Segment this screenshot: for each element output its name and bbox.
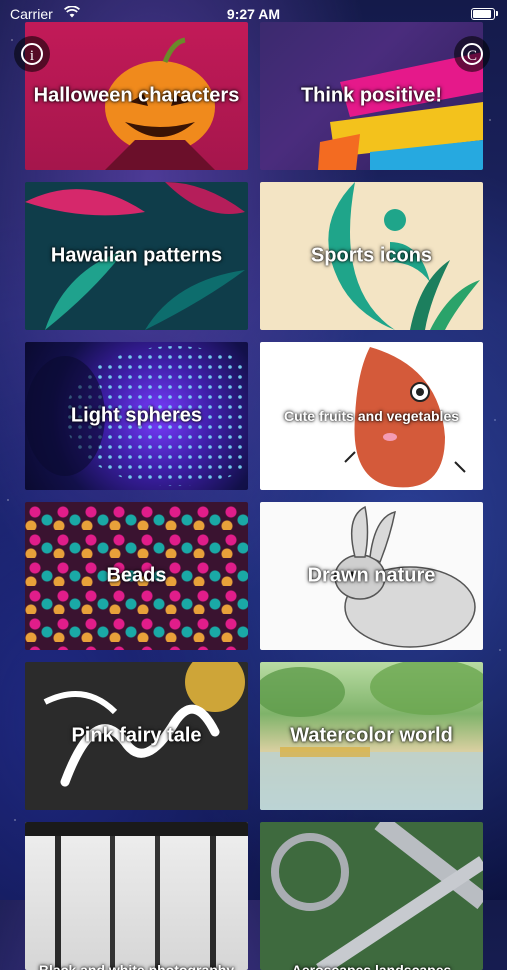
collection-card-cute-fruits[interactable]: Cute fruits and vegetables xyxy=(260,342,483,490)
collection-title: Aeroscapes landscapes xyxy=(291,962,452,970)
copyright-button[interactable]: C xyxy=(454,36,490,72)
collection-title: Black and white photography xyxy=(38,962,235,970)
collection-card-hawaiian-patterns[interactable]: Hawaiian patterns xyxy=(25,182,248,330)
pier-photo-illustration xyxy=(25,822,248,970)
collection-card-light-spheres[interactable]: Light spheres xyxy=(25,342,248,490)
collection-card-watercolor-world[interactable]: Watercolor world xyxy=(260,662,483,810)
collection-title: Pink fairy tale xyxy=(71,724,202,747)
battery-icon xyxy=(471,8,498,20)
collection-card-think-positive[interactable]: Think positive! xyxy=(260,22,483,170)
collection-card-sports-icons[interactable]: Sports icons xyxy=(260,182,483,330)
collection-card-halloween[interactable]: Halloween characters xyxy=(25,22,248,170)
status-time: 9:27 AM xyxy=(226,6,281,22)
collection-card-black-white-photography[interactable]: Black and white photography xyxy=(25,822,248,970)
collection-title: Halloween characters xyxy=(33,84,240,107)
collection-title: Drawn nature xyxy=(307,564,436,587)
collection-title: Sports icons xyxy=(310,244,433,267)
collection-title: Light spheres xyxy=(70,404,203,427)
collection-card-pink-fairy-tale[interactable]: Pink fairy tale xyxy=(25,662,248,810)
info-icon: i xyxy=(21,43,43,65)
collection-title: Beads xyxy=(106,564,167,587)
collection-title: Hawaiian patterns xyxy=(50,244,223,267)
collection-card-aeroscapes[interactable]: Aeroscapes landscapes xyxy=(260,822,483,970)
collection-card-beads[interactable]: Beads xyxy=(25,502,248,650)
collection-title: Cute fruits and vegetables xyxy=(283,408,460,424)
collection-title: Think positive! xyxy=(300,84,443,107)
collection-card-drawn-nature[interactable]: Drawn nature xyxy=(260,502,483,650)
copyright-icon: C xyxy=(461,43,483,65)
info-button[interactable]: i xyxy=(14,36,50,72)
status-bar: Carrier 9:27 AM xyxy=(0,0,507,28)
collection-title: Watercolor world xyxy=(290,724,453,747)
highway-aerial-illustration xyxy=(271,822,483,970)
